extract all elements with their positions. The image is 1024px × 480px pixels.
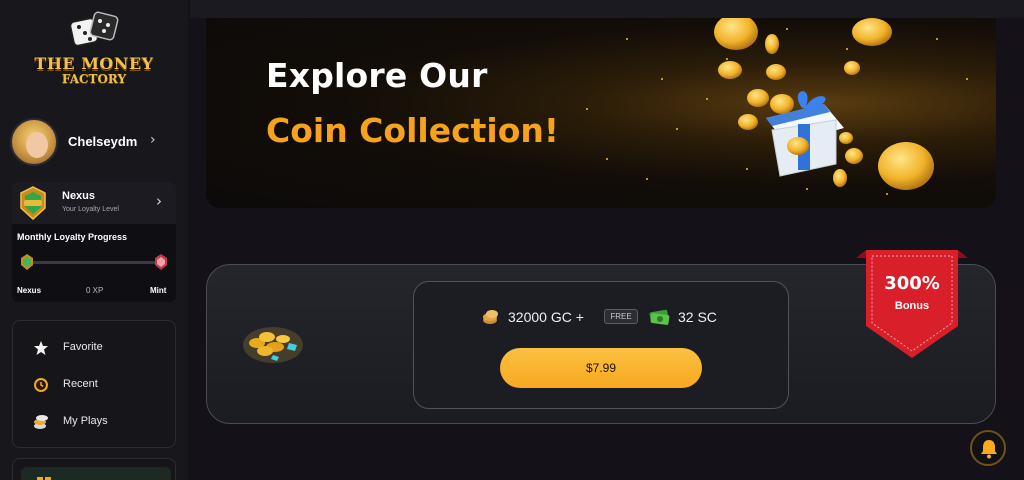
nexus-badge-icon <box>20 186 46 220</box>
clock-icon <box>34 378 48 392</box>
sidebar-item-favorite[interactable]: Favorite <box>33 337 163 359</box>
mint-gem-icon <box>155 254 167 270</box>
profile-link[interactable]: Chelseydm › <box>10 118 178 166</box>
loyalty-level-caption: Your Loyalty Level <box>62 206 119 213</box>
gift-coins-illustration <box>714 18 934 190</box>
bonus-ribbon: 300% Bonus <box>852 250 972 362</box>
logo-subtitle: FACTORY <box>61 72 127 86</box>
package-details: 32000 GC + FREE 32 SC $7.99 <box>413 281 789 409</box>
sidebar-nav: Favorite Recent My Plays <box>12 320 176 448</box>
banner-title: Explore Our <box>266 56 488 95</box>
dice-icon <box>69 11 119 47</box>
banner-highlight: Coin Collection! <box>266 111 559 150</box>
sweeps-cash-icon <box>649 309 670 325</box>
sidebar-item-my-plays[interactable]: My Plays <box>33 411 163 433</box>
sidebar-item-label: My Plays <box>63 415 108 427</box>
star-icon <box>34 341 48 355</box>
gold-coin-amount: 32000 GC + <box>508 309 584 325</box>
notifications-button[interactable] <box>970 430 1006 466</box>
chevron-right-icon: › <box>150 132 156 148</box>
free-tag: FREE <box>604 309 638 324</box>
loyalty-level: Nexus <box>62 190 96 202</box>
username: Chelseydm <box>68 134 138 149</box>
sidebar: THE MONEY FACTORY Chelseydm › Nexus Your… <box>0 0 188 480</box>
loyalty-progress-bar <box>30 261 156 264</box>
sidebar-secondary-nav <box>12 458 176 480</box>
sidebar-item-label: Favorite <box>63 341 103 353</box>
bonus-label: Bonus <box>894 300 930 312</box>
coin-pile-icon <box>243 327 303 363</box>
bell-icon <box>981 440 997 459</box>
logo-title: THE MONEY <box>34 54 154 73</box>
chevron-right-icon: › <box>156 192 162 210</box>
buy-package-button[interactable]: $7.99 <box>500 348 702 388</box>
loyalty-level-header[interactable]: Nexus Your Loyalty Level › <box>12 182 176 224</box>
next-tier-label: Mint <box>150 286 167 295</box>
sidebar-item-label: Recent <box>63 378 98 390</box>
bonus-percent: 300% <box>884 273 940 294</box>
loyalty-progress-title: Monthly Loyalty Progress <box>17 232 128 242</box>
sidebar-item-recent[interactable]: Recent <box>33 374 163 396</box>
xp-value: 0 XP <box>86 286 104 295</box>
brand-logo[interactable]: THE MONEY FACTORY <box>28 10 160 90</box>
top-bar <box>190 0 1024 18</box>
chips-icon <box>34 415 48 429</box>
gold-coins-icon <box>483 310 498 324</box>
nexus-gem-icon <box>21 254 33 270</box>
package-offer: 32000 GC + FREE 32 SC <box>482 306 732 328</box>
promo-banner: Explore Our Coin Collection! <box>206 18 996 208</box>
avatar <box>10 118 58 166</box>
loyalty-card: Nexus Your Loyalty Level › Monthly Loyal… <box>12 182 176 302</box>
sweeps-coin-amount: 32 SC <box>678 309 717 325</box>
current-tier-label: Nexus <box>17 286 42 295</box>
